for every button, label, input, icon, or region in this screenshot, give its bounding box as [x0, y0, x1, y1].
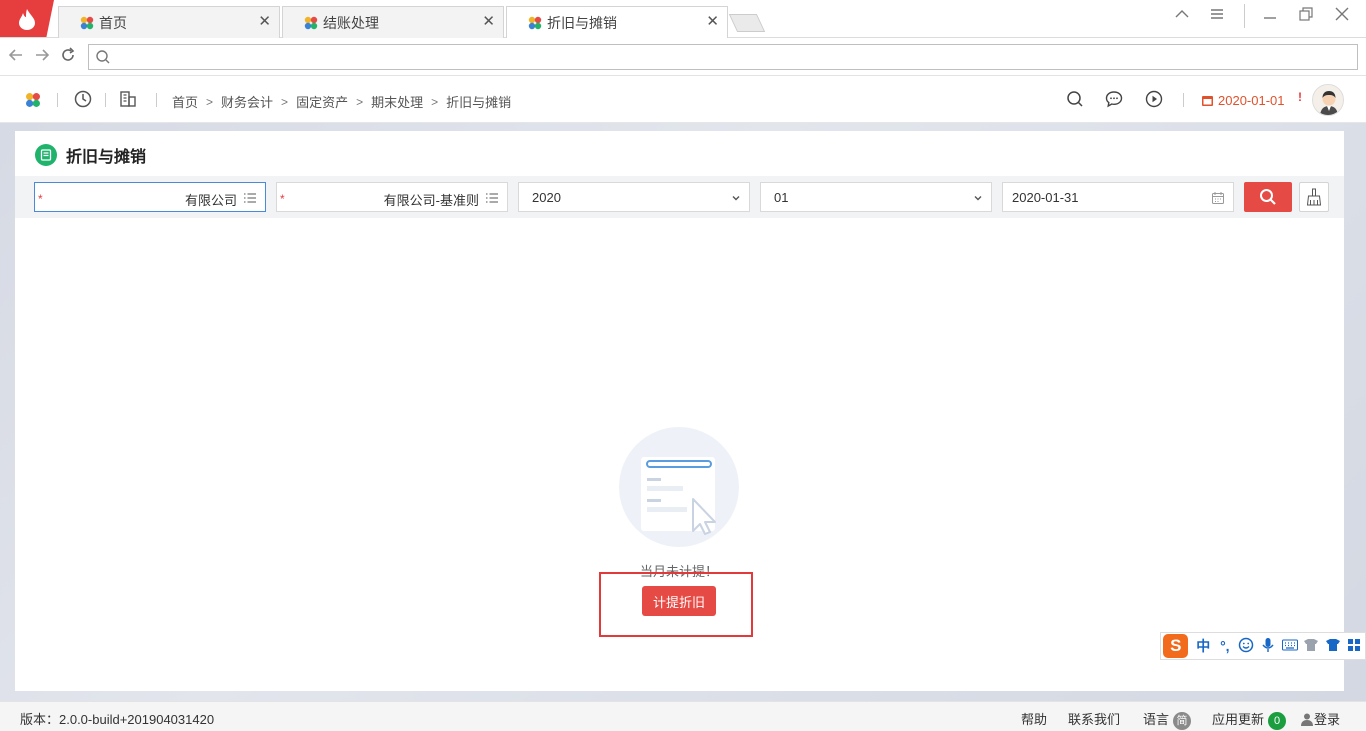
login-link[interactable]: 登录 — [1300, 709, 1340, 728]
forward-icon[interactable] — [34, 47, 50, 67]
restore-icon[interactable] — [1298, 6, 1314, 28]
ime-toolbar: S 中 °, — [1160, 632, 1366, 660]
play-icon[interactable] — [1145, 90, 1163, 108]
divider — [1244, 4, 1246, 34]
main-panel: 折旧与摊销 * 有限公司 * 有限公司-基准则 2020 01 2020-01-… — [15, 131, 1344, 691]
chevron-right-icon: > — [281, 94, 289, 109]
updates-count-badge: 0 — [1268, 711, 1287, 730]
chevron-right-icon: > — [206, 94, 214, 109]
minimize-icon[interactable] — [1262, 6, 1278, 28]
login-label: 登录 — [1314, 712, 1341, 727]
breadcrumb-fixed-assets[interactable]: 固定资产 — [296, 92, 348, 111]
tab-depreciation[interactable]: 折旧与摊销 ✕ — [506, 6, 728, 38]
tab-label: 首页 — [99, 14, 127, 31]
menu-icon[interactable] — [1209, 6, 1225, 28]
ime-chinese-mode[interactable]: 中 — [1192, 636, 1214, 656]
chevron-right-icon: > — [431, 94, 439, 109]
breadcrumb-current: 折旧与摊销 — [446, 95, 512, 110]
back-icon[interactable] — [8, 47, 24, 67]
app-colorful-icon — [528, 16, 542, 29]
address-bar — [0, 38, 1366, 76]
workspace: 折旧与摊销 * 有限公司 * 有限公司-基准则 2020 01 2020-01-… — [0, 123, 1366, 701]
calculate-depreciation-button[interactable]: 计提折旧 — [642, 586, 716, 616]
language-label: 语言 — [1143, 712, 1170, 727]
business-date[interactable]: 2020-01-01 — [1201, 93, 1285, 108]
breadcrumb-finance[interactable]: 财务会计 — [221, 92, 273, 111]
search-icon — [96, 50, 110, 64]
app-colorful-icon — [80, 16, 94, 29]
keyboard-icon[interactable] — [1279, 638, 1301, 654]
avatar[interactable] — [1312, 84, 1344, 116]
close-window-icon[interactable] — [1334, 6, 1350, 28]
warning-mark: ! — [1298, 90, 1302, 104]
calendar-icon — [1202, 96, 1213, 106]
app-logo-icon[interactable] — [0, 0, 54, 37]
organization-icon[interactable] — [119, 90, 137, 108]
divider — [1183, 93, 1184, 107]
app-updates-label: 应用更新 — [1212, 712, 1265, 727]
empty-state: 当月未计提！ 计提折旧 — [15, 131, 1344, 691]
collapse-icon[interactable] — [1174, 6, 1190, 28]
contact-us-link[interactable]: 联系我们 — [1068, 709, 1120, 728]
message-icon[interactable] — [1105, 90, 1123, 108]
skin-icon[interactable] — [1300, 638, 1322, 655]
version-text: 版本：2.0.0-build+201904031420 — [20, 712, 215, 727]
tab-label: 折旧与摊销 — [547, 14, 617, 31]
shirt-icon[interactable] — [1322, 638, 1344, 655]
status-bar: 版本：2.0.0-build+201904031420 帮助 联系我们 语言简 … — [0, 701, 1366, 731]
help-link[interactable]: 帮助 — [1021, 709, 1047, 728]
url-field[interactable] — [88, 44, 1358, 70]
microphone-icon[interactable] — [1257, 637, 1279, 656]
app-colorful-icon[interactable] — [24, 91, 42, 109]
browser-tab-bar: 首页 ✕ 结账处理 ✕ 折旧与摊销 ✕ — [0, 0, 1366, 38]
emoji-icon[interactable] — [1236, 637, 1258, 656]
tab-label: 结账处理 — [323, 14, 379, 31]
chevron-right-icon: > — [356, 94, 364, 109]
language-badge: 简 — [1173, 711, 1192, 730]
close-icon[interactable]: ✕ — [706, 14, 719, 30]
user-icon — [1301, 713, 1313, 726]
search-icon[interactable] — [1066, 90, 1084, 108]
breadcrumb-period-end[interactable]: 期末处理 — [371, 92, 423, 111]
app-updates-link[interactable]: 应用更新 0 — [1212, 709, 1287, 730]
url-seam — [203, 45, 1025, 50]
close-icon[interactable]: ✕ — [482, 14, 495, 30]
close-icon[interactable]: ✕ — [258, 14, 271, 30]
history-clock-icon[interactable] — [74, 90, 92, 108]
breadcrumb: 首页 > 财务会计 > 固定资产 > 期末处理 > 折旧与摊销 — [172, 92, 511, 111]
language-switch[interactable]: 语言简 — [1143, 709, 1192, 730]
empty-document-icon — [619, 427, 739, 547]
ime-punctuation-mode[interactable]: °, — [1214, 638, 1236, 654]
tab-home[interactable]: 首页 ✕ — [58, 6, 280, 38]
business-date-text: 2020-01-01 — [1218, 93, 1285, 108]
new-tab-button[interactable] — [728, 14, 766, 32]
divider — [57, 93, 58, 107]
empty-message: 当月未计提！ — [639, 564, 718, 579]
app-header: 首页 > 财务会计 > 固定资产 > 期末处理 > 折旧与摊销 2020-01-… — [0, 77, 1366, 123]
app-colorful-icon — [304, 16, 318, 29]
divider — [156, 93, 157, 107]
tab-closing[interactable]: 结账处理 ✕ — [282, 6, 504, 38]
sogou-logo-icon[interactable]: S — [1163, 634, 1189, 658]
refresh-icon[interactable] — [60, 47, 76, 67]
divider — [105, 93, 106, 107]
toolbox-grid-icon[interactable] — [1343, 638, 1365, 655]
breadcrumb-home[interactable]: 首页 — [172, 92, 198, 111]
